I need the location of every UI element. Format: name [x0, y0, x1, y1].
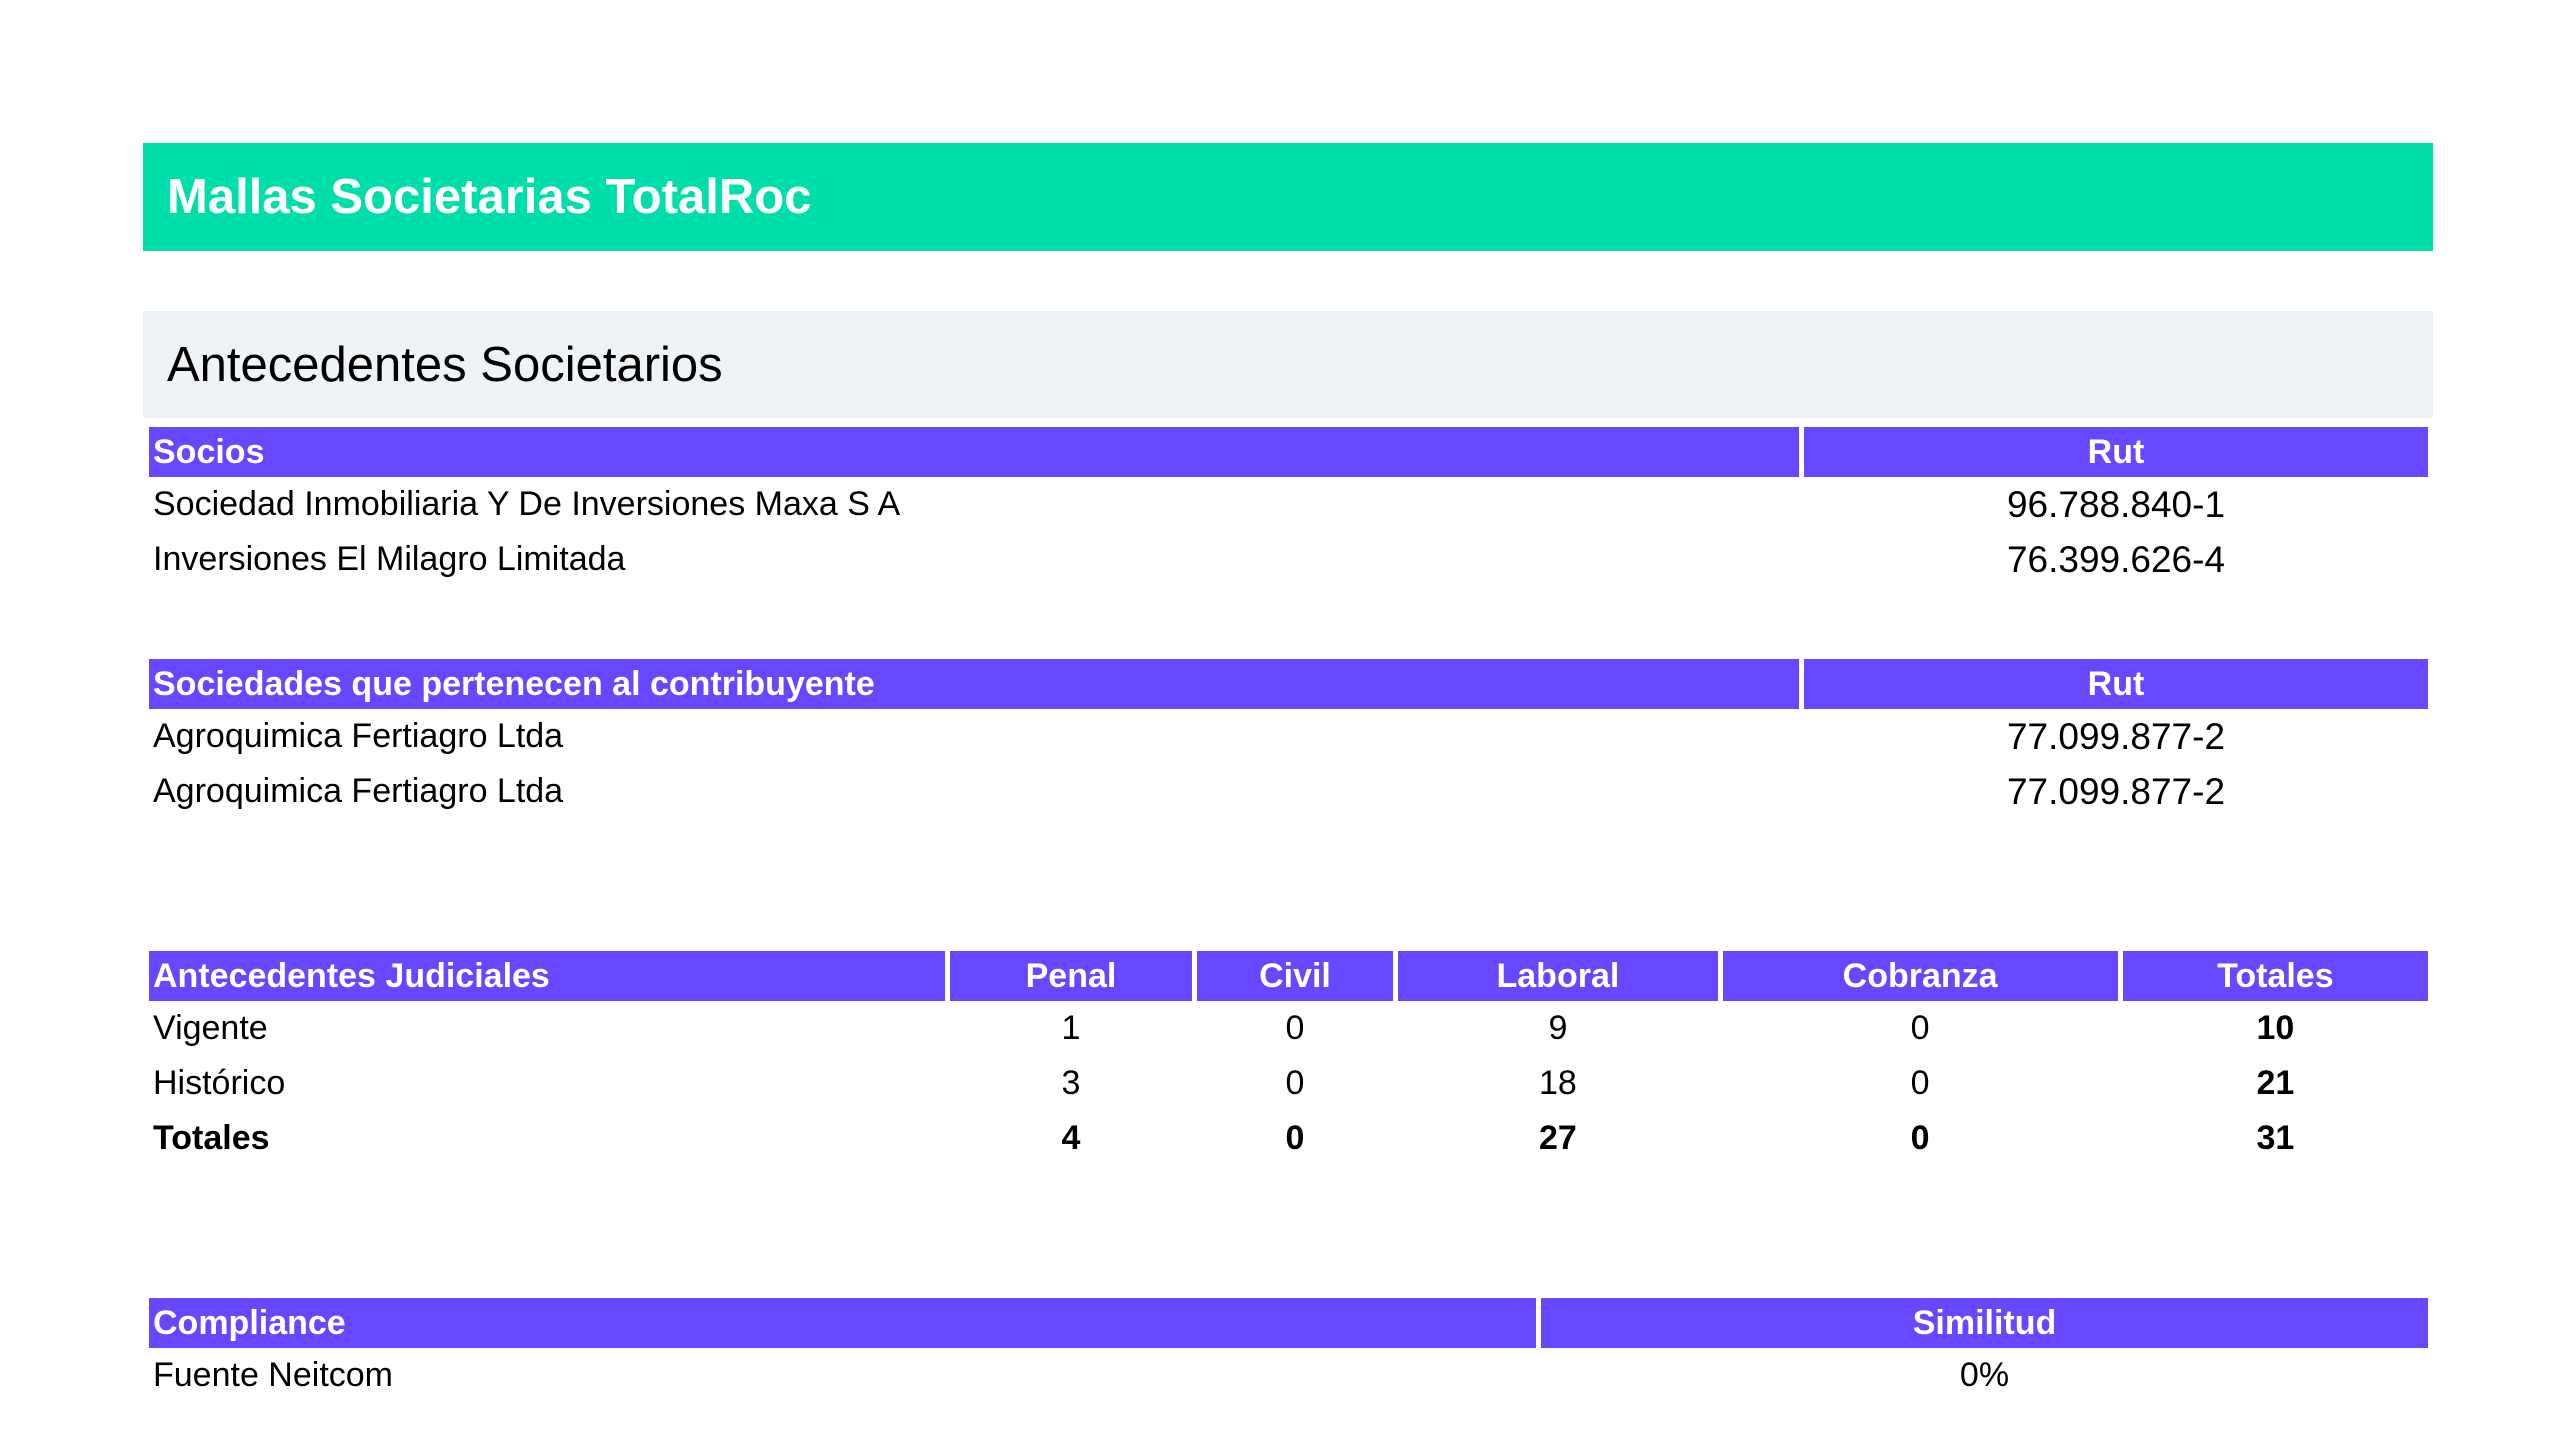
- judiciales-table: Antecedentes Judiciales Penal Civil Labo…: [149, 951, 2429, 1166]
- sociedades-table: Sociedades que pertenecen al contribuyen…: [149, 659, 2428, 819]
- laboral-value: 9: [1548, 1009, 1568, 1047]
- section-title: Antecedentes Societarios: [167, 337, 723, 392]
- laboral-value: 18: [1539, 1064, 1577, 1102]
- total-value: 10: [2256, 1009, 2295, 1047]
- column-header-similitud: Similitud: [1541, 1298, 2428, 1348]
- penal-value: 1: [1061, 1009, 1081, 1047]
- cobranza-value: 0: [1910, 1009, 1930, 1047]
- table-row: Fuente Neitcom 0%: [149, 1348, 2428, 1403]
- socios-table: Socios Rut Sociedad Inmobiliaria Y De In…: [149, 427, 2428, 587]
- row-label-totales: Totales: [153, 1119, 270, 1157]
- table-row: Agroquimica Fertiagro Ltda 77.099.877-2: [149, 709, 2428, 764]
- column-header-penal: Penal: [950, 951, 1192, 1001]
- similarity-value: 0%: [1959, 1356, 2010, 1394]
- table-header: Compliance Similitud: [149, 1298, 2428, 1348]
- socio-name: Inversiones El Milagro Limitada: [153, 540, 626, 578]
- column-header-cobranza: Cobranza: [1722, 951, 2118, 1001]
- table-header: Socios Rut: [149, 427, 2428, 477]
- compliance-table: Compliance Similitud Fuente Neitcom 0%: [149, 1298, 2428, 1403]
- table-row: Agroquimica Fertiagro Ltda 77.099.877-2: [149, 764, 2428, 819]
- section-band: Antecedentes Societarios: [143, 311, 2433, 418]
- sociedad-rut: 77.099.877-2: [2006, 770, 2226, 812]
- column-header-rut: Rut: [1804, 427, 2428, 477]
- sociedad-name: Agroquimica Fertiagro Ltda: [153, 772, 564, 810]
- civil-value: 0: [1285, 1064, 1305, 1102]
- table-header: Antecedentes Judiciales Penal Civil Labo…: [149, 951, 2429, 1001]
- penal-value: 3: [1061, 1064, 1081, 1102]
- row-label-historico: Histórico: [153, 1064, 286, 1102]
- civil-value: 0: [1285, 1009, 1305, 1047]
- sociedad-name: Agroquimica Fertiagro Ltda: [153, 717, 564, 755]
- table-row: Sociedad Inmobiliaria Y De Inversiones M…: [149, 477, 2428, 532]
- grand-total: 31: [2256, 1119, 2295, 1157]
- column-header-sociedades: Sociedades que pertenecen al contribuyen…: [149, 659, 1799, 709]
- socio-rut: 76.399.626-4: [2006, 538, 2226, 580]
- table-row: Inversiones El Milagro Limitada 76.399.6…: [149, 532, 2428, 587]
- column-header-socios: Socios: [149, 427, 1799, 477]
- sociedad-rut: 77.099.877-2: [2006, 715, 2226, 757]
- column-header-compliance: Compliance: [149, 1298, 1536, 1348]
- column-header-laboral: Laboral: [1398, 951, 1718, 1001]
- table-header: Sociedades que pertenecen al contribuyen…: [149, 659, 2428, 709]
- table-row-totals: Totales 4 0 27 0 31: [149, 1111, 2428, 1166]
- main-banner: Mallas Societarias TotalRoc: [143, 143, 2433, 251]
- compliance-source: Fuente Neitcom: [153, 1356, 393, 1394]
- column-header-civil: Civil: [1196, 951, 1394, 1001]
- column-header-totales: Totales: [2122, 951, 2429, 1001]
- column-header-rut: Rut: [1804, 659, 2428, 709]
- table-row: Histórico 3 0 18 0 21: [149, 1056, 2428, 1111]
- row-label-vigente: Vigente: [153, 1009, 268, 1047]
- cobranza-total: 0: [1910, 1119, 1930, 1157]
- total-value: 21: [2256, 1064, 2295, 1102]
- civil-total: 0: [1285, 1119, 1305, 1157]
- penal-total: 4: [1061, 1119, 1081, 1157]
- socio-rut: 96.788.840-1: [2006, 483, 2226, 525]
- column-header-antecedentes-judiciales: Antecedentes Judiciales: [149, 951, 946, 1001]
- laboral-total: 27: [1539, 1119, 1577, 1157]
- socio-name: Sociedad Inmobiliaria Y De Inversiones M…: [153, 485, 901, 523]
- cobranza-value: 0: [1910, 1064, 1930, 1102]
- page-title: Mallas Societarias TotalRoc: [167, 170, 812, 224]
- table-row: Vigente 1 0 9 0 10: [149, 1001, 2428, 1056]
